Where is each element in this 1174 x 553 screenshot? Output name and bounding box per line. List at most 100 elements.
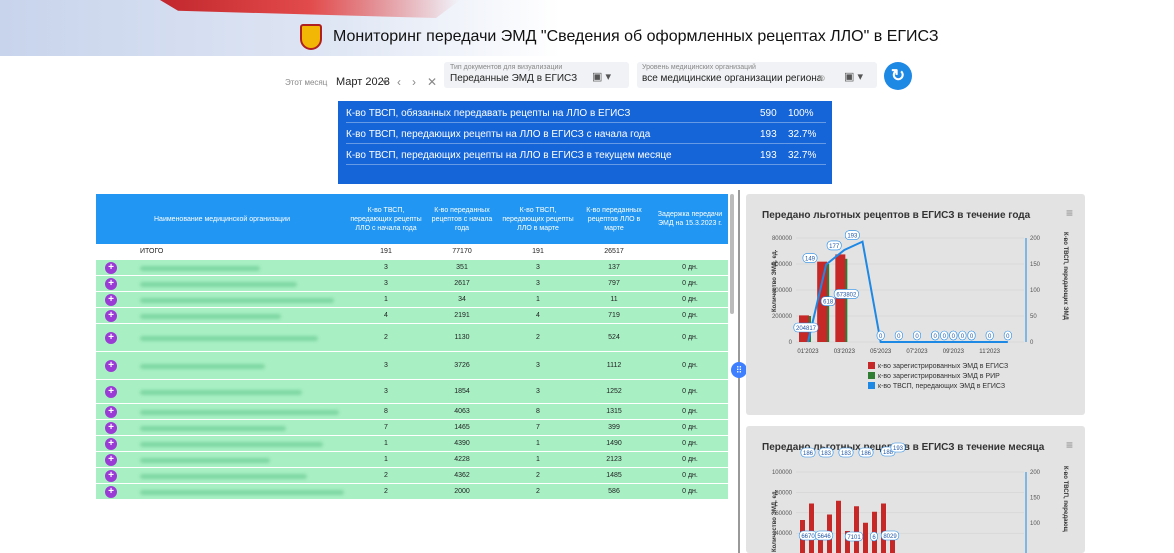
table-row[interactable]: +3 351 3 137 0 дн. (96, 260, 728, 276)
table-cell: 4228 (454, 456, 470, 463)
col-org-name[interactable]: Наименование медицинской организации (96, 194, 348, 244)
table-row[interactable]: +2 4362 2 1485 0 дн. (96, 468, 728, 484)
total-cell: 77170 (452, 248, 472, 255)
table-cell: 2 (536, 334, 540, 341)
org-level-caption: Уровень медицинских организаций (642, 64, 756, 71)
org-name-redacted (140, 474, 307, 479)
chart-card-month: Передано льготных рецептов в ЕГИСЗ в теч… (746, 426, 1085, 553)
expand-row-icon[interactable]: + (105, 262, 117, 274)
period-dropdown-icon[interactable]: ▼ (381, 78, 389, 87)
expand-row-icon[interactable]: + (105, 360, 117, 372)
table-row[interactable]: +7 1465 7 399 0 дн. (96, 420, 728, 436)
bar-egisz[interactable] (854, 506, 859, 553)
clear-org-level-icon[interactable]: ⊗ (818, 73, 826, 84)
clipboard-icon[interactable]: ▣ ▾ (592, 70, 611, 83)
table-cell: 1490 (606, 440, 622, 447)
table-row[interactable]: +2 2000 2 586 0 дн. (96, 484, 728, 500)
legend-swatch[interactable] (868, 382, 875, 389)
table-row[interactable]: +1 34 1 11 0 дн. (96, 292, 728, 308)
table-cell: 2 (536, 472, 540, 479)
legend-swatch[interactable] (868, 372, 875, 379)
table-row[interactable]: +4 2191 4 719 0 дн. (96, 308, 728, 324)
legend-label[interactable]: к-во зарегистрированных ЭМД в ЕГИСЗ (878, 363, 1008, 370)
expand-row-icon[interactable]: + (105, 454, 117, 466)
y-tick-label: 100000 (772, 470, 793, 476)
table-cell: 1 (384, 440, 388, 447)
year-chart-svg: 0200000400000600000800000050100150200Кол… (772, 230, 1068, 390)
table-cell: 0 дн. (682, 408, 698, 415)
table-cell: 7 (536, 424, 540, 431)
y-axis-label: Количество ЭМД, ед. (772, 489, 778, 552)
org-name-redacted (140, 490, 344, 495)
expand-row-icon[interactable]: + (105, 438, 117, 450)
expand-row-icon[interactable]: + (105, 294, 117, 306)
table-cell: 1465 (454, 424, 470, 431)
table-cell: 399 (608, 424, 620, 431)
bar-egisz[interactable] (836, 500, 841, 553)
table-cell: 4362 (454, 472, 470, 479)
table-cell: 0 дн. (682, 362, 698, 369)
expand-row-icon[interactable]: + (105, 486, 117, 498)
table-cell: 3 (536, 362, 540, 369)
table-row[interactable]: +8 4063 8 1315 0 дн. (96, 404, 728, 420)
y-right-tick-label: 50 (1030, 314, 1037, 320)
summary-row: К-во ТВСП, передающих рецепты на ЛЛО в Е… (346, 145, 826, 165)
col-tvsp-year[interactable]: К-во ТВСП, передающих рецепты ЛЛО с нача… (348, 194, 424, 244)
table-row[interactable]: +2 1130 2 524 0 дн. (96, 324, 728, 352)
col-recipes-month[interactable]: К-во переданных рецептов ЛЛО в марте (576, 194, 652, 244)
table-cell: 2 (384, 488, 388, 495)
expand-row-icon[interactable]: + (105, 310, 117, 322)
col-tvsp-month[interactable]: К-во ТВСП, передающих рецепты ЛЛО в март… (500, 194, 576, 244)
bar-egisz[interactable] (809, 503, 814, 553)
col-delay[interactable]: Задержка передачи ЭМД на 15.3.2023 г. (652, 194, 728, 244)
org-name-redacted (140, 364, 265, 369)
data-label: 186 (803, 451, 814, 457)
org-name-redacted (140, 282, 297, 287)
expand-row-icon[interactable]: + (105, 278, 117, 290)
legend-label[interactable]: к-во зарегистрированных ЭМД в РИР (878, 373, 1000, 380)
legend-swatch[interactable] (868, 362, 875, 369)
org-name-redacted (140, 410, 339, 415)
y-right-tick-label: 150 (1030, 262, 1041, 268)
table-row[interactable]: +3 2617 3 797 0 дн. (96, 276, 728, 292)
table-row[interactable]: +1 4228 1 2123 0 дн. (96, 452, 728, 468)
table-cell: 3 (384, 264, 388, 271)
summary-panel: К-во ТВСП, обязанных передавать рецепты … (338, 101, 832, 184)
next-month-icon[interactable]: › (412, 75, 416, 89)
table-cell: 0 дн. (682, 440, 698, 447)
table-cell: 1 (536, 456, 540, 463)
org-name-redacted (140, 442, 323, 447)
table-row[interactable]: +1 4390 1 1490 0 дн. (96, 436, 728, 452)
data-label: 204817 (796, 326, 817, 332)
summary-percent: 100% (788, 108, 814, 119)
expand-row-icon[interactable]: + (105, 386, 117, 398)
clipboard-icon[interactable]: ▣ ▾ (844, 70, 863, 83)
refresh-button[interactable]: ↻ (884, 62, 912, 90)
expand-row-icon[interactable]: + (105, 422, 117, 434)
clear-period-icon[interactable]: ✕ (427, 75, 437, 89)
x-tick-label: 07'2023 (906, 349, 928, 355)
table-cell: 586 (608, 488, 620, 495)
expand-row-icon[interactable]: + (105, 406, 117, 418)
summary-row: К-во ТВСП, передающих рецепты на ЛЛО в Е… (346, 124, 826, 144)
expand-row-icon[interactable]: + (105, 332, 117, 344)
expand-row-icon[interactable]: + (105, 470, 117, 482)
col-recipes-year[interactable]: К-во переданных рецептов с начала года (424, 194, 500, 244)
table-row[interactable]: +3 1854 3 1252 0 дн. (96, 380, 728, 404)
y-right-tick-label: 100 (1030, 521, 1041, 527)
table-row[interactable]: +3 3726 3 1112 0 дн. (96, 352, 728, 380)
data-label: 149 (805, 257, 816, 263)
table-cell: 4 (384, 312, 388, 319)
resize-handle-icon[interactable]: ⠿ (731, 362, 747, 378)
prev-month-icon[interactable]: ‹ (397, 75, 401, 89)
table-cell: 0 дн. (682, 312, 698, 319)
data-label: 673802 (836, 292, 857, 298)
table-total-row: ИТОГО 191 77170 191 26517 (96, 244, 728, 260)
data-label: 177 (829, 244, 840, 250)
table-scrollbar[interactable] (730, 194, 734, 314)
bar-egisz[interactable] (863, 522, 868, 553)
bar-egisz[interactable] (881, 503, 886, 553)
table-cell: 2 (384, 334, 388, 341)
legend-label[interactable]: к-во ТВСП, передающих ЭМД в ЕГИСЗ (878, 383, 1005, 390)
org-name-redacted (140, 390, 302, 395)
